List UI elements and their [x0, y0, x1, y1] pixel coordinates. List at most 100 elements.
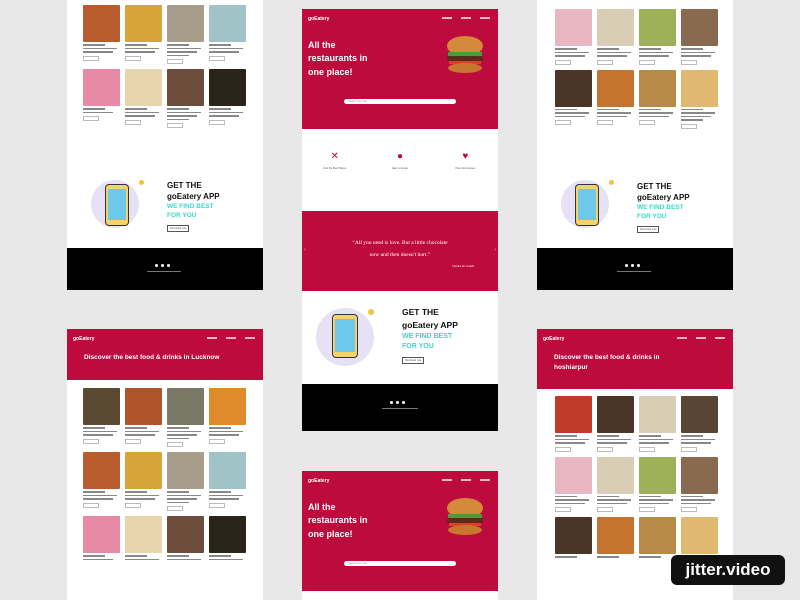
restaurant-card[interactable] — [639, 69, 676, 129]
download-button[interactable]: Download now — [637, 226, 660, 233]
view-button[interactable] — [209, 55, 225, 61]
view-button[interactable] — [681, 59, 697, 65]
restaurant-card[interactable] — [555, 517, 592, 558]
hero-headline-3: one place! — [308, 67, 353, 77]
restaurant-card[interactable] — [555, 9, 592, 65]
view-button[interactable] — [597, 59, 613, 65]
app-title-1: GET THE — [402, 307, 439, 317]
restaurant-card[interactable] — [209, 452, 246, 511]
view-button[interactable] — [555, 120, 571, 125]
restaurant-card[interactable] — [681, 69, 718, 129]
social-icons[interactable] — [390, 401, 405, 404]
logo[interactable]: goEatery — [308, 16, 329, 22]
prev-arrow-icon[interactable]: ‹ — [304, 247, 306, 253]
features: ✕ Find the Best Places ● Easy to locate ♥ P… — [302, 151, 498, 170]
view-button[interactable] — [555, 446, 571, 452]
view-button[interactable] — [125, 502, 141, 508]
view-button[interactable] — [639, 120, 655, 125]
restaurant-card[interactable] — [681, 396, 718, 452]
view-button[interactable] — [83, 438, 99, 444]
restaurant-card[interactable] — [167, 452, 204, 511]
view-button[interactable] — [83, 502, 99, 508]
view-button[interactable] — [681, 123, 697, 129]
view-button[interactable] — [125, 438, 141, 444]
restaurant-card[interactable] — [209, 69, 246, 128]
view-button[interactable] — [167, 506, 183, 511]
restaurant-card[interactable] — [167, 5, 204, 64]
view-button[interactable] — [639, 59, 655, 65]
restaurant-card[interactable] — [83, 69, 120, 128]
view-button[interactable] — [681, 507, 697, 512]
restaurant-card[interactable] — [639, 517, 676, 558]
restaurant-card[interactable] — [209, 388, 246, 447]
restaurant-card[interactable] — [167, 69, 204, 128]
restaurant-card[interactable] — [209, 5, 246, 64]
restaurant-card[interactable] — [597, 69, 634, 129]
restaurant-card[interactable] — [681, 9, 718, 65]
restaurant-card[interactable] — [681, 456, 718, 512]
restaurant-card[interactable] — [555, 456, 592, 512]
search-input[interactable]: Search for city — [344, 561, 456, 566]
download-button[interactable]: Download now — [167, 225, 190, 232]
view-button[interactable] — [167, 442, 183, 447]
download-button[interactable]: Download now — [402, 357, 425, 364]
restaurant-card[interactable] — [639, 396, 676, 452]
view-button[interactable] — [209, 502, 225, 508]
restaurant-card[interactable] — [83, 452, 120, 511]
restaurant-card[interactable] — [597, 517, 634, 558]
view-button[interactable] — [125, 55, 141, 61]
view-button[interactable] — [125, 119, 141, 125]
search-input[interactable]: Search for city — [344, 99, 456, 104]
nav-links[interactable] — [442, 17, 490, 19]
view-button[interactable] — [83, 55, 99, 61]
restaurant-card[interactable] — [83, 388, 120, 447]
view-button[interactable] — [597, 120, 613, 125]
restaurant-card[interactable] — [83, 5, 120, 64]
burger-image — [447, 36, 483, 73]
restaurant-card[interactable] — [639, 9, 676, 65]
restaurant-card[interactable] — [125, 69, 162, 128]
restaurant-card[interactable] — [597, 9, 634, 65]
restaurant-card[interactable] — [167, 516, 204, 560]
view-button[interactable] — [639, 446, 655, 452]
view-button[interactable] — [167, 59, 183, 64]
feature-item: ♥ Pure food recipes — [455, 151, 476, 170]
nav-links[interactable] — [677, 337, 725, 339]
restaurant-card[interactable] — [125, 5, 162, 64]
view-button[interactable] — [681, 446, 697, 452]
restaurant-card[interactable] — [209, 516, 246, 560]
restaurant-card[interactable] — [125, 452, 162, 511]
restaurant-card[interactable] — [125, 516, 162, 560]
restaurant-card[interactable] — [83, 516, 120, 560]
feature-item: ✕ Find the Best Places — [323, 151, 347, 170]
nav-links[interactable] — [442, 479, 490, 481]
view-button[interactable] — [555, 507, 571, 512]
view-button[interactable] — [83, 116, 99, 121]
restaurant-card[interactable] — [597, 396, 634, 452]
social-icons[interactable] — [155, 264, 170, 267]
view-button[interactable] — [209, 119, 225, 125]
view-button[interactable] — [639, 507, 655, 512]
screen-listing-top-right: GET THE goEatery APP WE FIND BEST FOR YO… — [537, 0, 733, 290]
restaurant-card[interactable] — [555, 69, 592, 129]
quote-author: Charles M. Schulz — [452, 264, 475, 268]
restaurant-card[interactable] — [555, 396, 592, 452]
nav-links[interactable] — [207, 337, 255, 339]
restaurant-card[interactable] — [597, 456, 634, 512]
logo[interactable]: goEatery — [308, 478, 329, 484]
restaurant-card[interactable] — [125, 388, 162, 447]
next-arrow-icon[interactable]: › — [494, 247, 496, 253]
restaurant-card[interactable] — [167, 388, 204, 447]
view-button[interactable] — [597, 507, 613, 512]
social-icons[interactable] — [625, 264, 640, 267]
view-button[interactable] — [555, 59, 571, 65]
restaurant-card[interactable] — [681, 517, 718, 558]
view-button[interactable] — [167, 123, 183, 128]
logo[interactable]: goEatery — [73, 336, 94, 342]
logo[interactable]: goEatery — [543, 336, 564, 342]
phone-icon — [575, 184, 599, 226]
app-sub-1: WE FIND BEST — [167, 203, 214, 210]
view-button[interactable] — [597, 446, 613, 452]
restaurant-card[interactable] — [639, 456, 676, 512]
view-button[interactable] — [209, 438, 225, 444]
